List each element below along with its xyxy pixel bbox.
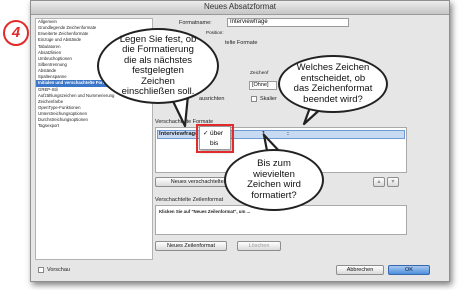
- bottom-callout: Bis zum wievielten Zeichen wird formatie…: [224, 149, 324, 211]
- right-callout-text: Welches Zeichen entscheidet, ob das Zeic…: [293, 62, 373, 105]
- callout-tails: [168, 93, 328, 158]
- step-badge: 4: [3, 20, 29, 46]
- bottom-callout-text: Bis zum wievielten Zeichen wird formatie…: [247, 158, 301, 201]
- top-callout-text: Legen Sie fest, ob die Formatierung die …: [119, 33, 197, 97]
- top-callout: Legen Sie fest, ob die Formatierung die …: [97, 28, 219, 104]
- right-callout: Welches Zeichen entscheidet, ob das Zeic…: [278, 55, 388, 113]
- highlight-box: [196, 124, 234, 153]
